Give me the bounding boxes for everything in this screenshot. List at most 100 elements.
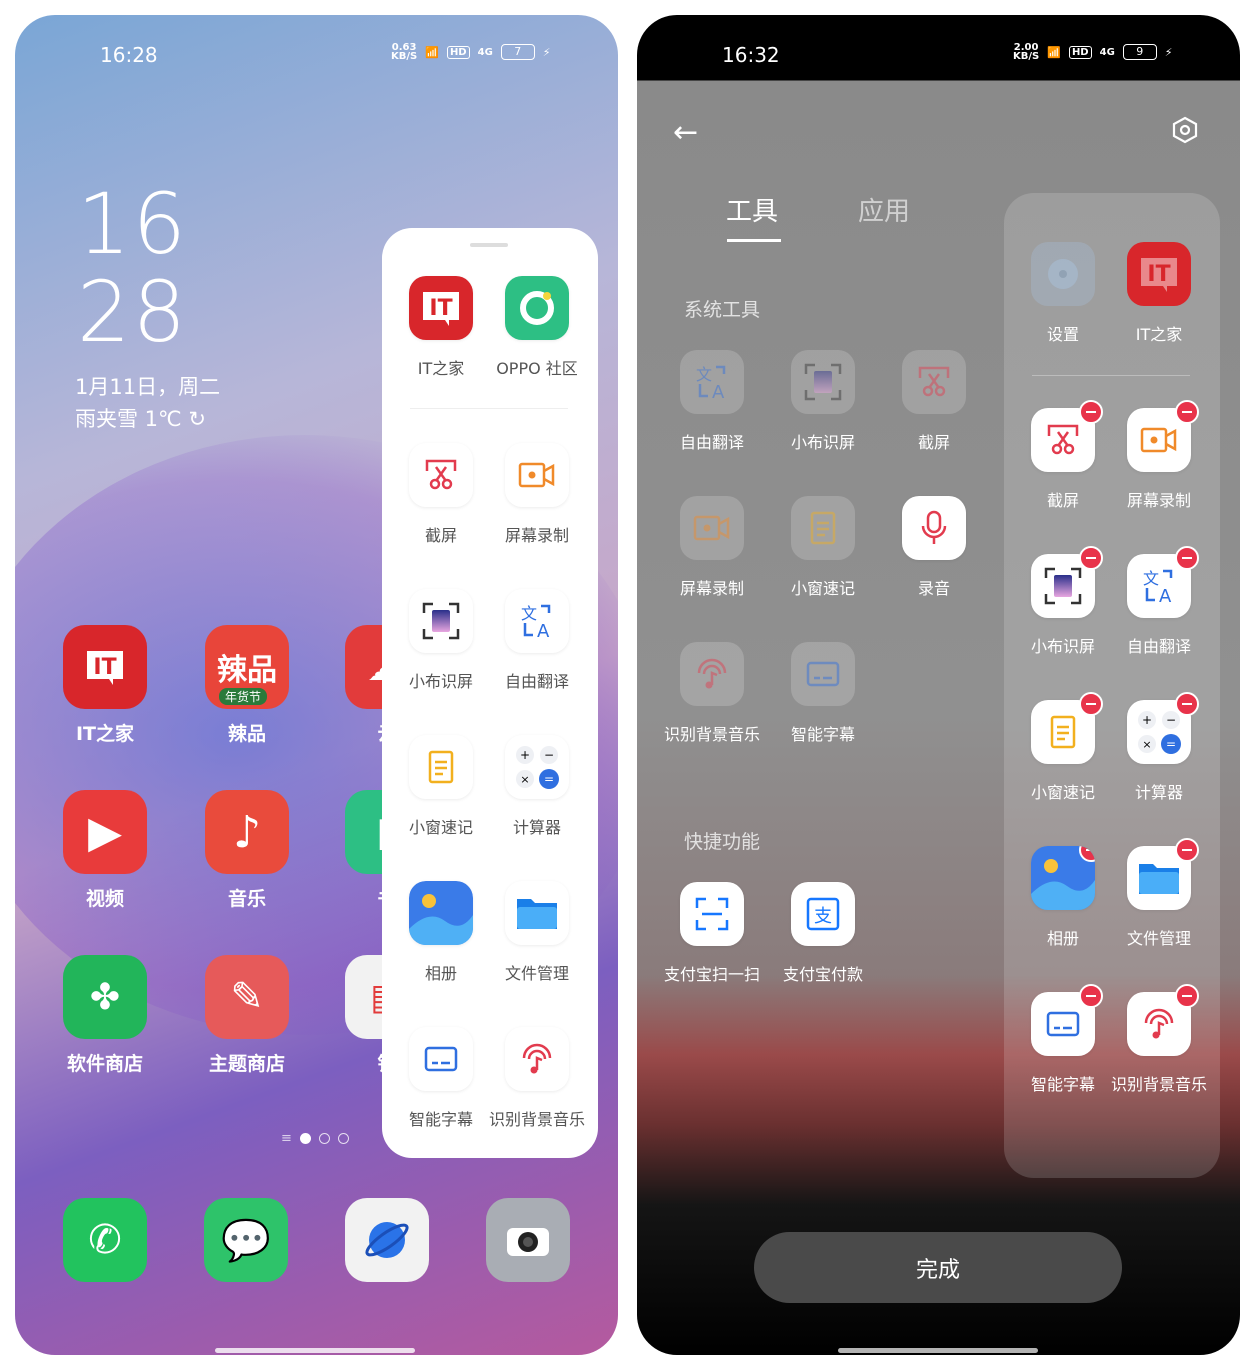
sidebar-item[interactable]: 文 A 自由翻译 [482, 589, 592, 695]
sidebar-item: 文 A 自由翻译 [657, 350, 767, 456]
remove-button[interactable] [1175, 400, 1199, 424]
app-icon-theme-store-icon[interactable]: ✎ [205, 955, 289, 1039]
status-icons: 0.63 KB/S 📶 HD 4G 7 ⚡ [391, 43, 551, 62]
battery-icon: 9 [1122, 44, 1157, 60]
screen-recognize-icon [1031, 546, 1103, 618]
dock-messages-icon[interactable]: 💬 [204, 1198, 288, 1282]
clock-hour: 16 [77, 175, 188, 273]
weather-widget[interactable]: 雨夹雪 1℃ ↻ [75, 403, 206, 433]
svg-text:A: A [712, 382, 725, 402]
divider [410, 408, 568, 409]
drag-handle[interactable] [470, 243, 508, 247]
app-icon-music-icon[interactable]: ♪ [205, 790, 289, 874]
remove-button[interactable] [1175, 838, 1199, 862]
tab-tools[interactable]: 工具 [726, 191, 778, 228]
sidebar-item[interactable]: 小布识屏 [386, 589, 496, 695]
sidebar-item: 识别背景音乐 [657, 642, 767, 748]
sidebar-item[interactable]: IT IT之家 [386, 276, 496, 382]
remove-button[interactable] [1079, 400, 1103, 424]
item-label: 截屏 [917, 433, 950, 452]
home-indicator[interactable] [215, 1348, 415, 1353]
clock-minute: 28 [77, 263, 188, 361]
sidebar-item[interactable]: 支付宝扫一扫 [657, 882, 767, 988]
wifi-icon: 📶 [425, 45, 439, 59]
app-icon-app-store-icon[interactable]: ✤ [63, 955, 147, 1039]
svg-text:×: × [1142, 738, 1151, 751]
charging-icon: ⚡ [1164, 45, 1173, 59]
item-label: 支付宝扫一扫 [663, 965, 760, 984]
music-recognize-icon [1127, 984, 1199, 1056]
item-label: 屏幕录制 [504, 526, 569, 545]
sidebar-item[interactable]: + − × = 计算器 [1104, 692, 1214, 806]
date-text: 1月11日，周二 [75, 375, 221, 399]
sidebar-item[interactable]: 文件管理 [1104, 838, 1214, 952]
sidebar-item[interactable]: 屏幕录制 [1104, 400, 1214, 514]
remove-button[interactable] [1175, 546, 1199, 570]
sidebar-item[interactable]: 小窗速记 [386, 735, 496, 841]
sidebar-item[interactable]: 文件管理 [482, 881, 592, 987]
page-dot[interactable] [318, 1133, 330, 1144]
item-label: 自由翻译 [504, 672, 569, 691]
app-label: 软件商店 [66, 1053, 143, 1075]
refresh-icon[interactable]: ↻ [188, 407, 206, 431]
remove-button[interactable] [1175, 692, 1199, 716]
remove-button[interactable] [1079, 546, 1103, 570]
item-label: 屏幕录制 [1126, 491, 1191, 510]
dock-phone-icon[interactable]: ✆ [63, 1198, 147, 1282]
status-time: 16:28 [100, 43, 158, 67]
dock-browser-icon[interactable] [345, 1198, 429, 1282]
signal-4g-icon: 4G [477, 46, 493, 58]
recorder-icon [902, 496, 966, 560]
sidebar-item[interactable]: 文 A 自由翻译 [1104, 546, 1214, 660]
sidebar-item[interactable]: 截屏 [1008, 400, 1118, 514]
sidebar-item[interactable]: 智能字幕 [1008, 984, 1118, 1098]
dock-camera-icon[interactable] [486, 1198, 570, 1282]
done-button[interactable]: 完成 [754, 1232, 1122, 1303]
item-label: 小布识屏 [790, 433, 855, 452]
svg-text:+: + [520, 748, 530, 762]
page-indicator[interactable]: ≡ [281, 1131, 349, 1146]
home-indicator[interactable] [838, 1348, 1038, 1353]
remove-button[interactable] [1079, 692, 1103, 716]
item-label: 智能字幕 [790, 725, 855, 744]
sidebar-item[interactable]: OPPO 社区 [482, 276, 592, 382]
remove-button[interactable] [1175, 984, 1199, 1008]
page-list-icon[interactable]: ≡ [281, 1131, 292, 1146]
screenshot-icon [1031, 400, 1103, 472]
screen-record-icon [505, 443, 569, 507]
svg-text:IT: IT [93, 655, 116, 680]
tab-apps[interactable]: 应用 [858, 191, 910, 228]
back-arrow-icon[interactable]: ← [673, 115, 698, 150]
sidebar-item[interactable]: 识别背景音乐 [1104, 984, 1214, 1098]
item-label: 计算器 [1134, 783, 1183, 802]
app-icon-ithome-icon[interactable]: IT [63, 625, 147, 709]
quick-note-icon [791, 496, 855, 560]
sidebar-item[interactable]: 截屏 [386, 443, 496, 549]
sidebar-item[interactable]: + − × = 计算器 [482, 735, 592, 841]
item-label: 录音 [917, 579, 950, 598]
settings-icon[interactable] [1171, 116, 1199, 148]
translate-icon: 文A [680, 350, 744, 414]
app-icon-video-play-icon[interactable]: ▶ [63, 790, 147, 874]
sidebar-item: 屏幕录制 [657, 496, 767, 602]
sidebar-item[interactable]: 相册 [1008, 846, 1118, 952]
sidebar-item[interactable]: 相册 [386, 881, 496, 987]
sidebar-item[interactable]: 屏幕录制 [482, 443, 592, 549]
sidebar-item[interactable]: 支支付宝付款 [768, 882, 878, 988]
svg-text:IT: IT [429, 296, 452, 321]
svg-text:=: = [544, 772, 554, 786]
page-dot[interactable] [299, 1133, 311, 1144]
charging-icon: ⚡ [542, 45, 551, 59]
sidebar-item[interactable]: 识别背景音乐 [482, 1027, 592, 1133]
sidebar-item[interactable]: 录音 [879, 496, 989, 602]
sidebar-item[interactable]: 小窗速记 [1008, 692, 1118, 806]
app-icon-lapin-icon[interactable]: 辣品 年货节 [205, 625, 289, 709]
item-label: 识别背景音乐 [1110, 1075, 1207, 1094]
sidebar-item[interactable]: 智能字幕 [386, 1027, 496, 1133]
item-label: 截屏 [424, 526, 457, 545]
sidebar-item[interactable]: 小布识屏 [1008, 546, 1118, 660]
gallery-icon [409, 881, 473, 945]
item-label: 自由翻译 [1126, 637, 1191, 656]
remove-button[interactable] [1079, 984, 1103, 1008]
page-dot[interactable] [337, 1133, 349, 1144]
